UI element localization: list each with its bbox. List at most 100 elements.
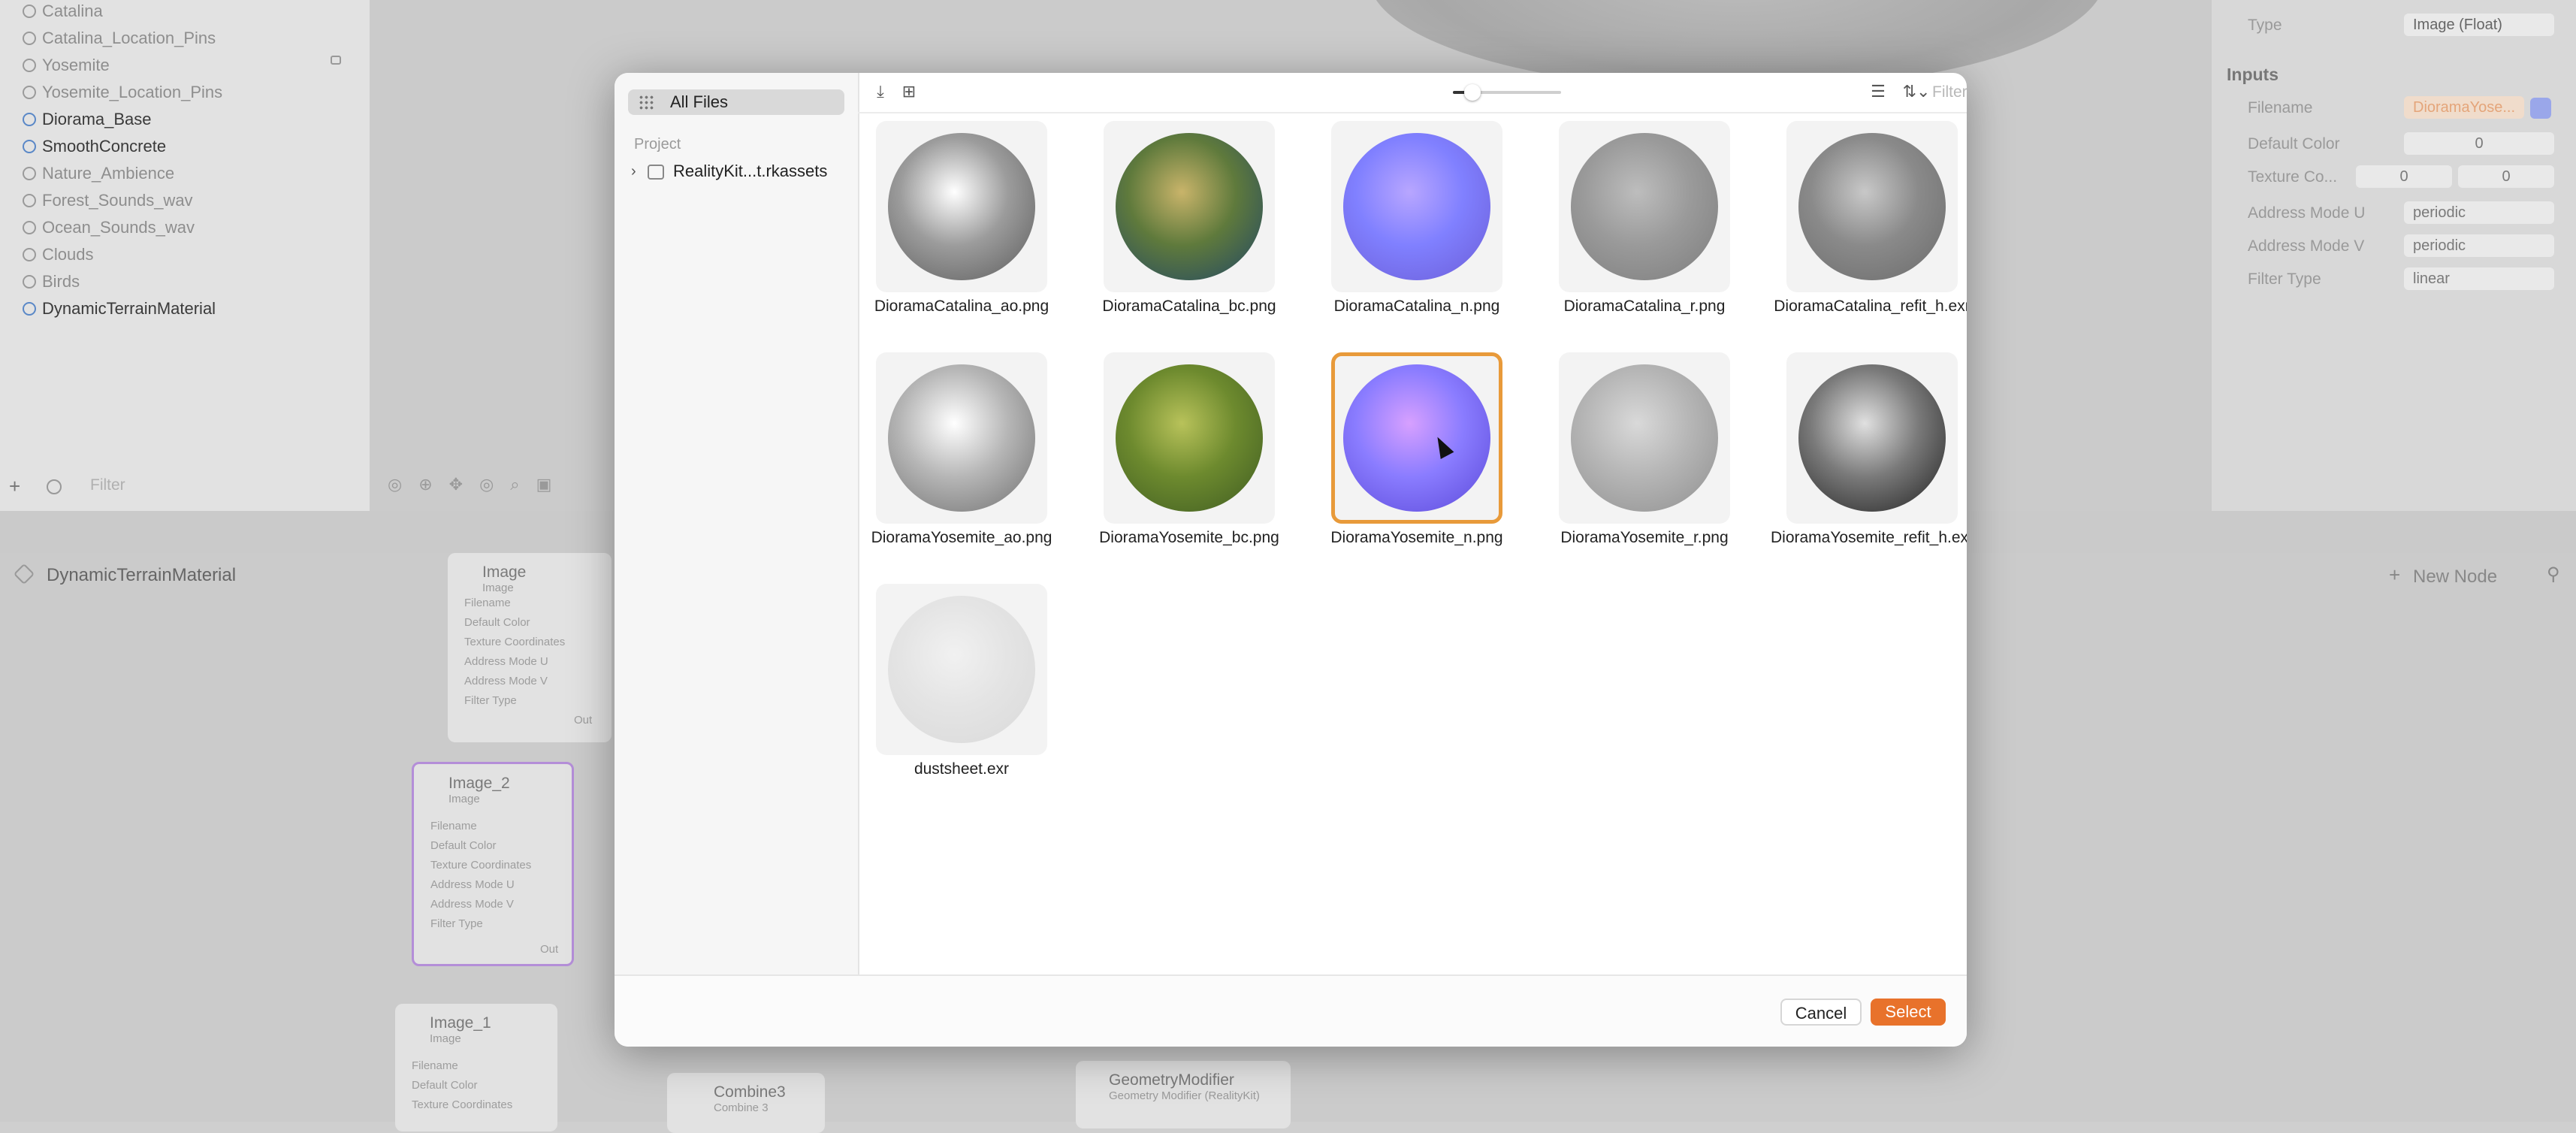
node-input[interactable]: Filter Type — [430, 917, 483, 930]
address-v-select[interactable]: periodic — [2404, 234, 2554, 257]
node-input[interactable]: Texture Coordinates — [430, 859, 531, 872]
file-item[interactable]: DioramaCatalina_n.png — [1313, 112, 1539, 337]
file-thumbnail-frame[interactable] — [1559, 121, 1730, 292]
filter-options-icon[interactable] — [47, 479, 62, 494]
texture-coord-u-field[interactable]: 0 — [2356, 165, 2452, 188]
node-subtitle: Image — [448, 793, 480, 805]
node-input[interactable]: Address Mode V — [464, 675, 548, 687]
file-name: DioramaCatalina_bc.png — [1102, 298, 1276, 315]
outline-item[interactable]: Catalina — [23, 0, 103, 23]
file-thumbnail-frame[interactable] — [1559, 352, 1730, 524]
node-input[interactable]: Default Color — [464, 616, 530, 629]
filename-field[interactable]: DioramaYose... — [2404, 96, 2524, 119]
node-input[interactable]: Texture Coordinates — [464, 636, 565, 648]
file-item[interactable]: DioramaCatalina_bc.png — [1086, 112, 1311, 337]
file-name: DioramaCatalina_refit_h.exr — [1774, 298, 1967, 315]
sort-icon[interactable]: ⇅⌄ — [1898, 82, 1935, 101]
node-input[interactable]: Address Mode V — [430, 898, 514, 911]
pin-icon[interactable]: ⚲ — [2547, 563, 2560, 585]
file-item[interactable]: DioramaYosemite_refit_h.exr — [1768, 343, 1967, 569]
entity-icon — [23, 302, 36, 316]
file-thumbnail-frame[interactable] — [876, 352, 1047, 524]
thumbnail-size-slider[interactable] — [1453, 84, 1561, 101]
chevron-right-icon[interactable]: › — [631, 163, 636, 180]
outline-item-label: Ocean_Sounds_wav — [42, 218, 195, 237]
import-icon[interactable]: ⤓ — [870, 82, 891, 101]
sidebar-item-label: All Files — [670, 92, 729, 111]
outline-item[interactable]: SmoothConcrete — [23, 135, 167, 158]
file-item[interactable]: DioramaYosemite_n.png — [1313, 343, 1539, 569]
outline-item[interactable]: Catalina_Location_Pins — [23, 27, 216, 50]
image-node[interactable]: Image Image Filename Default Color Textu… — [448, 553, 612, 742]
new-node-button[interactable]: New Node — [2413, 566, 2497, 588]
default-color-field[interactable]: 0 — [2404, 132, 2554, 155]
file-item[interactable]: DioramaCatalina_ao.png — [858, 112, 1083, 337]
file-thumbnail-frame[interactable] — [876, 121, 1047, 292]
outline-item[interactable]: Diorama_Base — [23, 108, 152, 131]
node-input[interactable]: Address Mode U — [430, 878, 515, 891]
outline-item[interactable]: Birds — [23, 270, 80, 293]
lock-icon[interactable] — [331, 56, 341, 65]
node-input[interactable]: Default Color — [412, 1079, 478, 1092]
inputs-header[interactable]: Inputs — [2227, 65, 2279, 85]
add-icon[interactable]: + — [9, 475, 20, 498]
new-folder-icon[interactable]: ⊞ — [898, 82, 920, 101]
file-thumbnail-frame[interactable] — [1786, 352, 1958, 524]
material-icon — [13, 563, 35, 585]
node-input[interactable]: Filename — [430, 820, 477, 832]
outline-item-label: SmoothConcrete — [42, 137, 167, 156]
file-thumbnail-frame[interactable] — [1331, 121, 1502, 292]
file-name: DioramaYosemite_bc.png — [1099, 529, 1279, 546]
image-1-node[interactable]: Image_1 Image Filename Default Color Tex… — [395, 1004, 557, 1131]
texture-coord-v-field[interactable]: 0 — [2458, 165, 2554, 188]
file-thumbnail — [1571, 133, 1718, 280]
type-select[interactable]: Image (Float) — [2404, 14, 2554, 36]
slider-knob[interactable] — [1463, 84, 1481, 101]
file-thumbnail-frame[interactable] — [876, 584, 1047, 755]
node-input[interactable]: Filename — [412, 1059, 458, 1072]
node-input[interactable]: Default Color — [430, 839, 497, 852]
address-u-select[interactable]: periodic — [2404, 201, 2554, 224]
node-input[interactable]: Filter Type — [464, 694, 517, 707]
file-item[interactable]: dustsheet.exr — [858, 575, 1083, 800]
outline-item[interactable]: Yosemite — [23, 54, 110, 77]
outline-item[interactable]: Nature_Ambience — [23, 162, 174, 185]
cancel-button[interactable]: Cancel — [1780, 999, 1862, 1026]
graph-breadcrumb[interactable]: DynamicTerrainMaterial — [47, 565, 236, 586]
geometry-modifier-node[interactable]: GeometryModifier Geometry Modifier (Real… — [1076, 1061, 1291, 1128]
outline-filter-field[interactable]: Filter — [90, 476, 125, 494]
file-thumbnail — [1571, 364, 1718, 512]
file-thumbnail-frame[interactable] — [1331, 352, 1502, 524]
file-thumbnail-frame[interactable] — [1104, 121, 1275, 292]
file-item[interactable]: DioramaYosemite_r.png — [1541, 343, 1766, 569]
combine3-node[interactable]: Combine3 Combine 3 — [667, 1073, 825, 1133]
outline-item[interactable]: Ocean_Sounds_wav — [23, 216, 195, 239]
outline-item[interactable]: DynamicTerrainMaterial — [23, 298, 216, 320]
node-title: Image_2 — [448, 775, 510, 792]
file-picker-icon[interactable] — [2530, 98, 2551, 119]
node-output[interactable]: Out — [540, 943, 558, 956]
node-input[interactable]: Texture Coordinates — [412, 1098, 512, 1111]
outline-item-label: DynamicTerrainMaterial — [42, 299, 216, 318]
file-item[interactable]: DioramaYosemite_bc.png — [1086, 343, 1311, 569]
file-item[interactable]: DioramaCatalina_refit_h.exr — [1768, 112, 1967, 337]
sidebar-item-all-files[interactable]: All Files — [628, 89, 844, 115]
file-thumbnail — [888, 133, 1035, 280]
file-item[interactable]: DioramaCatalina_r.png — [1541, 112, 1766, 337]
outline-item[interactable]: Yosemite_Location_Pins — [23, 81, 222, 104]
outline-item[interactable]: Forest_Sounds_wav — [23, 189, 193, 212]
filter-input[interactable] — [1931, 79, 1967, 106]
node-input[interactable]: Filename — [464, 597, 511, 609]
node-subtitle: Image — [482, 582, 514, 594]
viewport-tools[interactable]: ◎⊕✥◎⌕▣ — [388, 475, 568, 494]
filter-type-select[interactable]: linear — [2404, 267, 2554, 290]
list-view-icon[interactable]: ☰ — [1868, 82, 1889, 101]
file-item[interactable]: DioramaYosemite_ao.png — [858, 343, 1083, 569]
node-input[interactable]: Address Mode U — [464, 655, 548, 668]
file-thumbnail-frame[interactable] — [1104, 352, 1275, 524]
outline-item[interactable]: Clouds — [23, 243, 93, 266]
image-2-node[interactable]: Image_2 Image Filename Default Color Tex… — [412, 762, 574, 966]
file-thumbnail-frame[interactable] — [1786, 121, 1958, 292]
node-output[interactable]: Out — [574, 714, 592, 727]
select-button[interactable]: Select — [1871, 999, 1946, 1026]
